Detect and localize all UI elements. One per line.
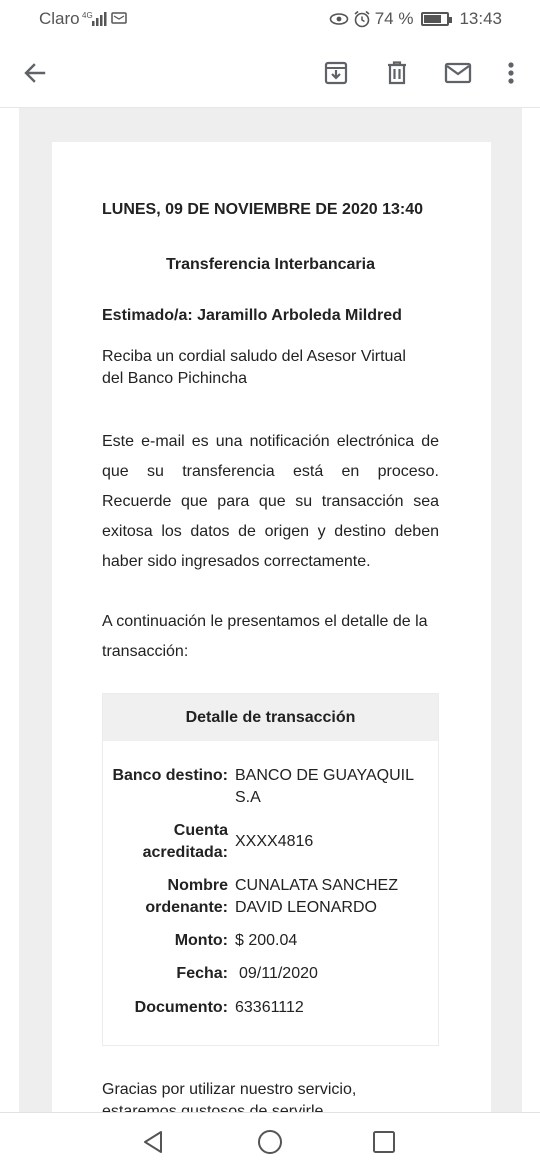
detail-label: Nombre ordenante: [145,877,228,916]
archive-icon [324,61,348,85]
email-card: LUNES, 09 DE NOVIEMBRE DE 2020 13:40 Tra… [52,142,491,1112]
email-notice: Este e-mail es una notificación electrón… [102,433,439,570]
detail-label: Banco destino: [112,767,228,784]
svg-text:4G: 4G [82,11,93,20]
status-right: 74 % 13:43 [329,9,502,29]
detail-row: Documento: 63361112 [103,997,440,1019]
signal-icon: 4G [82,11,127,26]
back-button[interactable] [17,55,53,91]
detail-value: $ 200.04 [235,932,298,949]
detail-label: Cuenta acreditada: [142,822,228,861]
email-greeting: Estimado/a: Jaramillo Arboleda Mildred [102,307,402,324]
detail-label: Documento: [134,999,228,1016]
archive-button[interactable] [318,55,354,91]
detail-value: CUNALATA SANCHEZ DAVID LEONARDO [235,877,398,916]
detail-value: BANCO DE GUAYAQUIL S.A [235,767,414,806]
detail-row: Nombre ordenante: CUNALATA SANCHEZ DAVID… [103,875,440,919]
status-bar: Claro 4G 74 % 13:43 [0,0,540,38]
detail-label: Fecha: [176,965,228,982]
nav-home-icon [258,1130,282,1154]
email-intro: Reciba un cordial saludo del Asesor Virt… [102,348,406,387]
detail-title: Detalle de transacción [103,694,438,741]
email-body-area[interactable]: LUNES, 09 DE NOVIEMBRE DE 2020 13:40 Tra… [0,108,540,1112]
carrier-label: Claro [39,9,80,28]
email-closing: Gracias por utilizar nuestro servicio, e… [102,1081,357,1112]
back-arrow-icon [24,63,46,83]
delete-button[interactable] [379,55,415,91]
nav-recents-icon [373,1131,395,1153]
alarm-icon [354,10,370,28]
detail-value: 09/11/2020 [239,965,318,982]
app-bar [0,38,540,108]
detail-row: Banco destino: BANCO DE GUAYAQUIL S.A [103,765,440,809]
battery-icon [421,12,453,26]
mark-unread-button[interactable] [440,55,476,91]
email-date: LUNES, 09 DE NOVIEMBRE DE 2020 13:40 [102,201,424,218]
detail-row: Monto: $ 200.04 [103,930,440,952]
detail-label: Monto: [174,932,228,949]
detail-row: Cuenta acreditada: XXXX4816 [103,820,440,864]
email-subject: Transferencia Interbancaria [166,256,375,273]
more-options-button[interactable] [493,55,529,91]
detail-value: 63361112 [235,999,304,1016]
mail-icon [444,62,472,84]
detail-row: Fecha: 09/11/2020 [103,963,440,985]
more-vert-icon [508,62,514,84]
nav-back-icon [144,1131,162,1153]
nav-recents-button[interactable] [367,1125,401,1159]
nav-home-button[interactable] [253,1125,287,1159]
nav-back-button[interactable] [136,1125,170,1159]
detail-intro: A continuación le presentamos el detalle… [102,613,428,660]
battery-percent: 74 % [374,9,414,28]
detail-value: XXXX4816 [235,833,314,850]
delete-icon [388,61,406,85]
transaction-detail-table: Detalle de transacción Banco destino: BA… [102,693,439,1046]
clock: 13:43 [459,9,502,28]
system-nav-bar [0,1112,540,1170]
eye-icon [329,13,349,25]
